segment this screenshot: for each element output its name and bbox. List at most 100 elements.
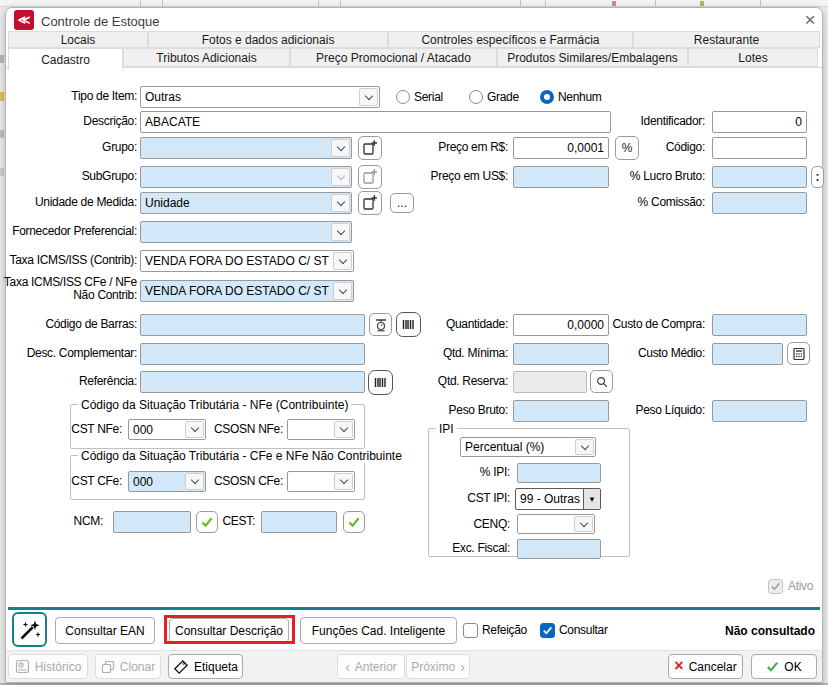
clonar-button[interactable]: Clonar bbox=[95, 654, 161, 679]
csosn-nfe-label: CSOSN NFe: bbox=[214, 423, 283, 436]
tab-tributos-adicionais[interactable]: Tributos Adicionais bbox=[123, 48, 290, 67]
descricao-input[interactable]: ABACATE bbox=[140, 111, 611, 133]
add-grupo-button[interactable] bbox=[358, 136, 382, 160]
cenq-label: CENQ: bbox=[473, 518, 510, 531]
codigo-label: Código: bbox=[666, 141, 705, 154]
barcode-icon-button[interactable] bbox=[368, 370, 393, 395]
tab-locais[interactable]: Locais bbox=[8, 31, 148, 48]
lucro-bruto-input[interactable] bbox=[712, 166, 807, 188]
refeicao-label: Refeição bbox=[482, 624, 527, 637]
ncm-label: NCM: bbox=[74, 515, 103, 528]
anterior-button[interactable]: ‹Anterior bbox=[337, 654, 405, 679]
groupbox-cst-nfe-title: Código da Situação Tributária - NFe (Con… bbox=[78, 398, 351, 412]
tab-produtos-similares-embalagens[interactable]: Produtos Similares/Embalagens bbox=[497, 48, 688, 67]
ipi-percent-input[interactable] bbox=[517, 463, 601, 483]
unidade-more-button[interactable]: ... bbox=[390, 193, 414, 213]
ativo-label: Ativo bbox=[788, 580, 813, 593]
tipo-item-select[interactable]: Outras bbox=[140, 86, 380, 108]
proximo-button[interactable]: Próximo› bbox=[406, 654, 470, 679]
calculator-icon-button[interactable] bbox=[787, 342, 810, 365]
tab-preco-promocional-atacado[interactable]: Preço Promocional / Atacado bbox=[290, 48, 497, 67]
radio-nenhum[interactable] bbox=[540, 90, 554, 104]
app-icon: ≪ bbox=[14, 10, 34, 30]
chevron-down-icon bbox=[185, 421, 204, 438]
consultar-checkbox[interactable] bbox=[540, 623, 555, 638]
radio-serial[interactable] bbox=[396, 90, 410, 104]
unidade-medida-select[interactable]: Unidade bbox=[140, 192, 352, 214]
dropdown-arrow-icon: ▼ bbox=[583, 489, 600, 509]
chevron-down-icon bbox=[334, 421, 353, 438]
screen: ≪ Controle de Estoque × Locais Fotos e d… bbox=[0, 0, 828, 685]
refeicao-checkbox[interactable] bbox=[463, 623, 478, 638]
csosn-nfe-select[interactable] bbox=[287, 419, 355, 440]
window-title: Controle de Estoque bbox=[41, 14, 160, 29]
consultar-ean-button[interactable]: Consultar EAN bbox=[55, 617, 155, 644]
tipo-item-label: Tipo de Item: bbox=[71, 90, 137, 103]
preco-rs-input[interactable]: 0,0001 bbox=[513, 137, 609, 159]
exc-fiscal-input[interactable] bbox=[517, 539, 601, 559]
tab-lotes[interactable]: Lotes bbox=[688, 48, 818, 67]
cest-input[interactable] bbox=[261, 511, 337, 533]
codigo-input[interactable] bbox=[712, 137, 807, 159]
unidade-medida-label: Unidade de Medida: bbox=[35, 196, 137, 209]
preco-rs-label: Preço em R$: bbox=[438, 141, 508, 154]
custo-medio-input[interactable] bbox=[712, 343, 783, 365]
subgrupo-select[interactable] bbox=[140, 166, 352, 188]
tab-cadastro[interactable]: Cadastro bbox=[8, 48, 123, 70]
annotation-highlight bbox=[164, 615, 295, 644]
taxa-icms-nao-contrib-select[interactable]: VENDA FORA DO ESTADO C/ ST bbox=[140, 280, 354, 302]
tab-restaurante[interactable]: Restaurante bbox=[633, 31, 820, 48]
cst-cfe-select[interactable]: 000 bbox=[128, 471, 206, 492]
cenq-select[interactable] bbox=[517, 514, 595, 534]
barcode-icon-button[interactable] bbox=[396, 312, 421, 337]
add-unidade-button[interactable] bbox=[358, 191, 382, 215]
grupo-select[interactable] bbox=[140, 137, 352, 159]
custo-compra-input[interactable] bbox=[712, 314, 807, 336]
peso-liquido-label: Peso Líquido: bbox=[636, 404, 706, 417]
comissao-label: % Comissão: bbox=[638, 196, 705, 209]
csosn-cfe-label: CSOSN CFe: bbox=[214, 475, 283, 488]
chevron-down-icon bbox=[185, 473, 204, 490]
tab-fotos-dados-adicionais[interactable]: Fotos e dados adicionais bbox=[148, 31, 388, 48]
qtd-reserva-label: Qtd. Reserva: bbox=[438, 375, 508, 388]
referencia-input[interactable] bbox=[140, 371, 365, 393]
cst-ipi-select[interactable]: 99 - Outras▼ bbox=[515, 488, 601, 510]
csosn-cfe-select[interactable] bbox=[287, 471, 355, 492]
peso-bruto-input[interactable] bbox=[513, 400, 609, 422]
qtd-minima-input[interactable] bbox=[513, 343, 609, 365]
tab-controles-especificos-farmacia[interactable]: Controles específicos e Farmácia bbox=[388, 31, 633, 48]
codigo-barras-input[interactable] bbox=[140, 314, 365, 336]
chevron-down-icon bbox=[333, 252, 352, 270]
funcoes-cad-inteligente-button[interactable]: Funções Cad. Inteligente bbox=[300, 617, 457, 644]
cest-check-button[interactable] bbox=[343, 511, 365, 533]
quantidade-input[interactable]: 0,0000 bbox=[513, 314, 609, 336]
cst-nfe-select[interactable]: 000 bbox=[128, 419, 206, 440]
search-icon-button[interactable] bbox=[590, 370, 613, 393]
close-icon[interactable]: × bbox=[799, 9, 821, 31]
lucro-options-button[interactable]: : bbox=[811, 166, 824, 188]
preco-us-input[interactable] bbox=[513, 166, 609, 188]
ncm-check-button[interactable] bbox=[196, 511, 218, 533]
chevron-down-icon bbox=[575, 439, 594, 455]
radio-grade[interactable] bbox=[469, 90, 483, 104]
etiqueta-button[interactable]: Etiqueta bbox=[168, 654, 243, 679]
chevron-down-icon bbox=[331, 139, 350, 157]
identificador-input[interactable]: 0 bbox=[712, 111, 807, 133]
ipi-tipo-select[interactable]: Percentual (%) bbox=[460, 437, 596, 457]
preco-us-label: Preço em US$: bbox=[431, 170, 508, 183]
scale-icon-button[interactable] bbox=[369, 313, 392, 336]
cancelar-button[interactable]: ×Cancelar bbox=[668, 654, 743, 679]
magic-wand-button[interactable] bbox=[12, 612, 47, 647]
ok-button[interactable]: OK bbox=[751, 654, 817, 679]
historico-button[interactable]: Histórico bbox=[8, 654, 88, 679]
peso-liquido-input[interactable] bbox=[712, 400, 807, 422]
add-subgrupo-button[interactable] bbox=[358, 165, 382, 189]
fornecedor-select[interactable] bbox=[140, 221, 352, 243]
desc-complementar-input[interactable] bbox=[140, 343, 365, 365]
cst-nfe-label: CST NFe: bbox=[71, 423, 122, 436]
chevron-down-icon bbox=[574, 516, 593, 532]
taxa-icms-contrib-select[interactable]: VENDA FORA DO ESTADO C/ ST bbox=[140, 250, 354, 272]
ncm-input[interactable] bbox=[113, 511, 191, 533]
percent-button[interactable]: % bbox=[615, 136, 639, 160]
comissao-input[interactable] bbox=[712, 192, 807, 214]
